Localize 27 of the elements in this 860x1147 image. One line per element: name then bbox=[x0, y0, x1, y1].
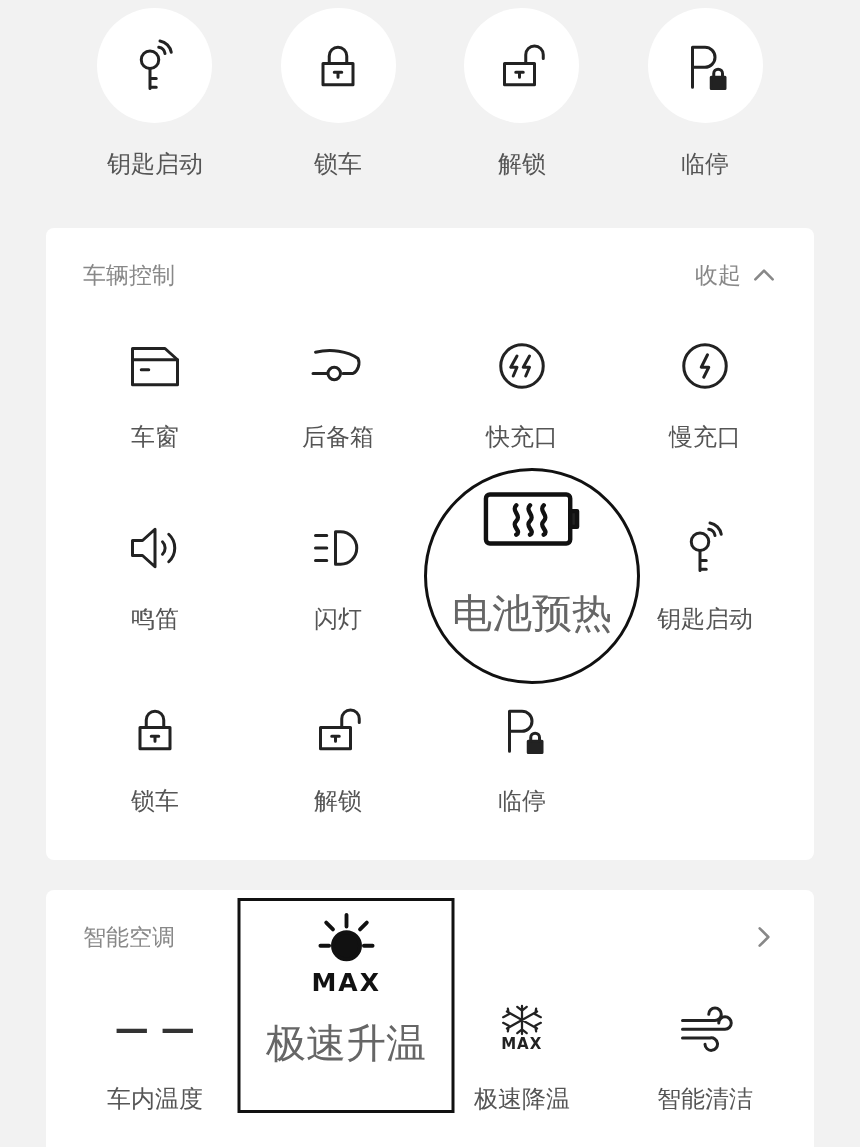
max-label: MAX bbox=[311, 969, 381, 997]
control-button[interactable]: 闪灯 bbox=[308, 506, 369, 634]
control-button[interactable]: 锁车 bbox=[124, 688, 185, 816]
quick-action-label: 锁车 bbox=[314, 149, 363, 179]
control-button[interactable]: 临停 bbox=[491, 688, 552, 816]
card-title: 智能空调 bbox=[83, 922, 175, 952]
control-button[interactable]: 后备箱 bbox=[302, 324, 375, 452]
control-button[interactable]: 慢充口 bbox=[669, 324, 742, 452]
temperature-reading: — — bbox=[114, 1007, 195, 1050]
card-title: 车辆控制 bbox=[83, 260, 175, 290]
control-button[interactable]: 钥匙启动 bbox=[657, 506, 754, 634]
control-button[interactable]: 解锁 bbox=[308, 688, 369, 816]
max-label: MAX bbox=[501, 1036, 543, 1052]
control-button[interactable]: 快充口 bbox=[485, 324, 558, 452]
quick-action-label: 钥匙启动 bbox=[106, 149, 203, 179]
control-button[interactable]: 鸣笛 bbox=[124, 506, 185, 634]
control-button[interactable]: 智能清洁 bbox=[657, 986, 754, 1114]
button-label: 极速升温 bbox=[266, 1019, 427, 1067]
battery-heat-icon bbox=[482, 491, 581, 547]
quick-action-label: 解锁 bbox=[497, 149, 546, 179]
collapse-button[interactable]: 收起 bbox=[695, 259, 777, 291]
control-button[interactable]: MAX 极速升温 bbox=[237, 898, 455, 1113]
control-button[interactable]: 电池预热 bbox=[423, 468, 640, 684]
control-button[interactable]: 车窗 bbox=[124, 324, 185, 452]
control-button[interactable]: MAX 极速降温 bbox=[473, 986, 570, 1114]
temperature-label: 车内温度 bbox=[106, 1084, 203, 1114]
quick-action-label: 临停 bbox=[681, 149, 730, 179]
